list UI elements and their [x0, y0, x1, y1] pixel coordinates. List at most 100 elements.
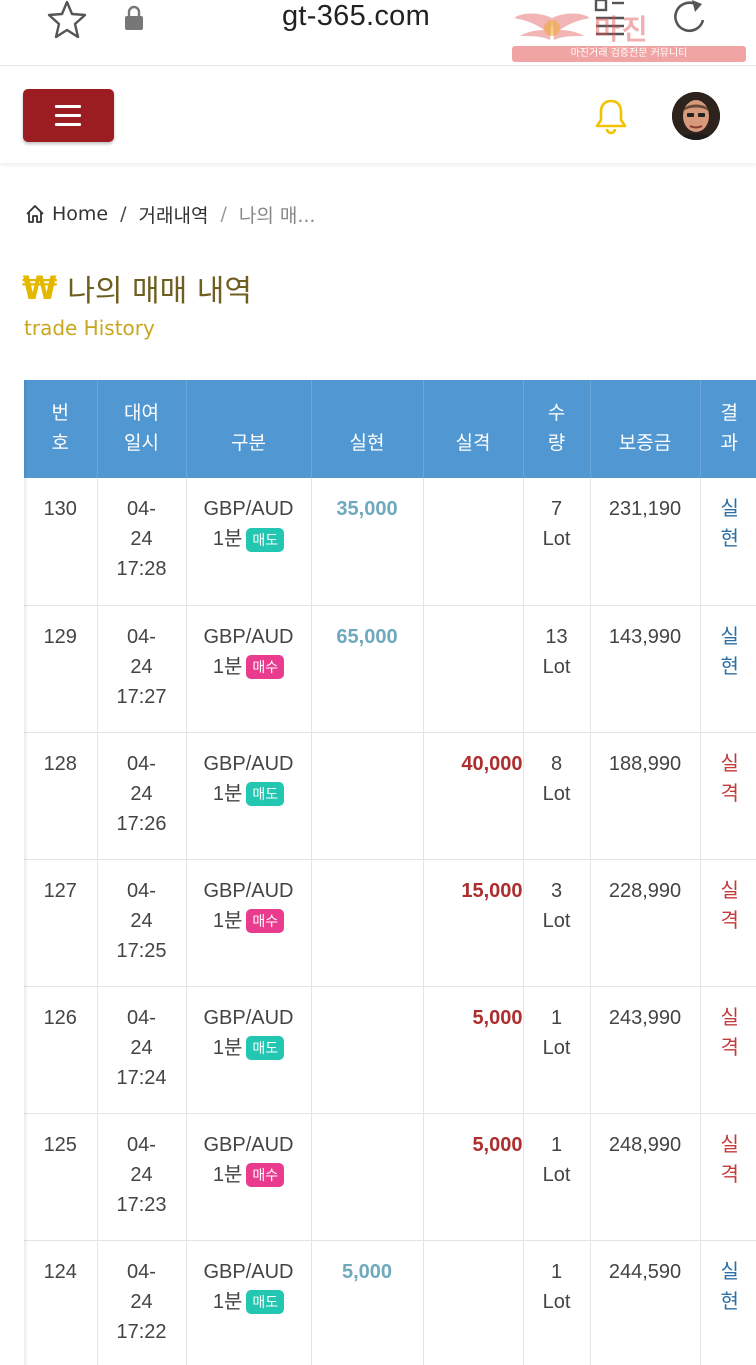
bookmark-star-icon[interactable]: [46, 0, 88, 40]
cell-type: GBP/AUD 1분 매도: [186, 986, 312, 1114]
cell-result: 실격: [700, 859, 756, 987]
cell-type: GBP/AUD 1분 매수: [186, 605, 312, 733]
notification-bell-icon[interactable]: [594, 97, 628, 135]
cell-deposit: 244,590: [590, 1240, 701, 1365]
cell-gain: 5,000: [311, 1240, 424, 1365]
cell-quantity: 8 Lot: [523, 732, 591, 860]
trade-history-table-wrap[interactable]: 번호 대여 일시 구분 실현 실격 수량 보증금 결과 130 04- 24 17:28…: [24, 380, 756, 1365]
cell-gain: [311, 986, 424, 1114]
cell-loss: [423, 1240, 524, 1365]
watermark: 마진 마진거래 검증전문 커뮤니티: [512, 8, 748, 64]
table-row[interactable]: 126 04- 24 17:24 GBP/AUD 1분 매도 5,000 1 Lot 243,990…: [24, 986, 756, 1114]
cell-result: 실격: [700, 1113, 756, 1241]
header-result: 결과: [700, 380, 756, 478]
hamburger-menu-button[interactable]: [23, 89, 114, 142]
cell-quantity: 1 Lot: [523, 1240, 591, 1365]
hamburger-bar: [55, 123, 81, 126]
header-loss: 실격: [423, 380, 524, 478]
cell-number: 128: [24, 732, 98, 860]
cell-number: 127: [24, 859, 98, 987]
cell-date: 04- 24 17:23: [97, 1113, 187, 1241]
watermark-wings-icon: [514, 13, 590, 40]
cell-number: 130: [24, 478, 98, 606]
cell-deposit: 248,990: [590, 1113, 701, 1241]
watermark-logo: 마진: [594, 13, 650, 46]
cell-loss: 5,000: [423, 986, 524, 1114]
lock-icon[interactable]: [122, 4, 146, 32]
table-row[interactable]: 127 04- 24 17:25 GBP/AUD 1분 매수 15,000 3 Lot 228,99…: [24, 859, 756, 987]
cell-type: GBP/AUD 1분 매도: [186, 1240, 312, 1365]
hamburger-bar: [55, 105, 81, 108]
table-header-row: 번호 대여 일시 구분 실현 실격 수량 보증금 결과: [24, 380, 756, 478]
header-gain: 실현: [311, 380, 424, 478]
cell-number: 129: [24, 605, 98, 733]
cell-result: 실현: [700, 1240, 756, 1365]
cell-result: 실현: [700, 605, 756, 733]
cell-loss: [423, 478, 524, 606]
cell-gain: 65,000: [311, 605, 424, 733]
side-badge: 매수: [246, 1163, 285, 1188]
won-currency-icon: ₩: [22, 269, 58, 307]
header-deposit: 보증금: [590, 380, 701, 478]
app-header: [0, 67, 756, 163]
header-quantity: 수량: [523, 380, 591, 478]
page-title-text: 나의 매매 내역: [67, 274, 252, 309]
cell-date: 04- 24 17:26: [97, 732, 187, 860]
table-row[interactable]: 124 04- 24 17:22 GBP/AUD 1분 매도 5,000 1 Lot 244,590…: [24, 1240, 756, 1365]
cell-number: 126: [24, 986, 98, 1114]
cell-gain: [311, 859, 424, 987]
table-row[interactable]: 130 04- 24 17:28 GBP/AUD 1분 매도 35,000 7 Lot 231,19…: [24, 478, 756, 606]
side-badge: 매도: [246, 1036, 285, 1061]
avatar-portrait-icon: [672, 92, 720, 140]
cell-quantity: 1 Lot: [523, 1113, 591, 1241]
cell-date: 04- 24 17:27: [97, 605, 187, 733]
breadcrumb: Home / 거래내역 / 나의 매...: [24, 200, 315, 228]
cell-quantity: 3 Lot: [523, 859, 591, 987]
cell-loss: 15,000: [423, 859, 524, 987]
cell-type: GBP/AUD 1분 매도: [186, 732, 312, 860]
cell-date: 04- 24 17:28: [97, 478, 187, 606]
breadcrumb-current: 나의 매...: [238, 204, 316, 227]
cell-result: 실현: [700, 478, 756, 606]
cell-number: 125: [24, 1113, 98, 1241]
side-badge: 매도: [246, 782, 285, 807]
breadcrumb-trade-history[interactable]: 거래내역: [139, 201, 209, 228]
browser-address-bar: gt-365.com 마진 마진거래 검증전문 커뮤니티: [0, 0, 756, 66]
breadcrumb-separator: /: [220, 203, 227, 225]
watermark-banner: 마진거래 검증전문 커뮤니티: [512, 46, 746, 62]
page-title: ₩ 나의 매매 내역: [22, 266, 252, 310]
breadcrumb-home[interactable]: Home: [52, 203, 108, 225]
trade-history-table: 번호 대여 일시 구분 실현 실격 수량 보증금 결과 130 04- 24 17:28…: [24, 380, 756, 1365]
header-date: 대여 일시: [97, 380, 187, 478]
cell-quantity: 7 Lot: [523, 478, 591, 606]
header-type: 구분: [186, 380, 312, 478]
cell-result: 실격: [700, 732, 756, 860]
table-row[interactable]: 129 04- 24 17:27 GBP/AUD 1분 매수 65,000 13 Lot 143,9…: [24, 605, 756, 733]
table-row[interactable]: 125 04- 24 17:23 GBP/AUD 1분 매수 5,000 1 Lot 248,990…: [24, 1113, 756, 1241]
cell-date: 04- 24 17:25: [97, 859, 187, 987]
cell-deposit: 243,990: [590, 986, 701, 1114]
side-badge: 매도: [246, 527, 285, 552]
cell-deposit: 188,990: [590, 732, 701, 860]
cell-deposit: 143,990: [590, 605, 701, 733]
cell-gain: 35,000: [311, 478, 424, 606]
cell-deposit: 228,990: [590, 859, 701, 987]
url-text[interactable]: gt-365.com: [282, 0, 430, 33]
cell-date: 04- 24 17:22: [97, 1240, 187, 1365]
table-left-shadow: [24, 380, 28, 1365]
home-icon[interactable]: [24, 203, 46, 225]
cell-date: 04- 24 17:24: [97, 986, 187, 1114]
cell-loss: 40,000: [423, 732, 524, 860]
side-badge: 매수: [246, 909, 285, 934]
cell-gain: [311, 732, 424, 860]
side-badge: 매도: [246, 1290, 285, 1315]
breadcrumb-separator: /: [120, 203, 127, 225]
cell-loss: [423, 605, 524, 733]
user-avatar[interactable]: [672, 92, 720, 140]
cell-deposit: 231,190: [590, 478, 701, 606]
cell-gain: [311, 1113, 424, 1241]
table-row[interactable]: 128 04- 24 17:26 GBP/AUD 1분 매도 40,000 8 Lot 188,99…: [24, 732, 756, 860]
page-subtitle: trade History: [24, 316, 155, 340]
cell-type: GBP/AUD 1분 매수: [186, 1113, 312, 1241]
header-number: 번호: [24, 380, 98, 478]
